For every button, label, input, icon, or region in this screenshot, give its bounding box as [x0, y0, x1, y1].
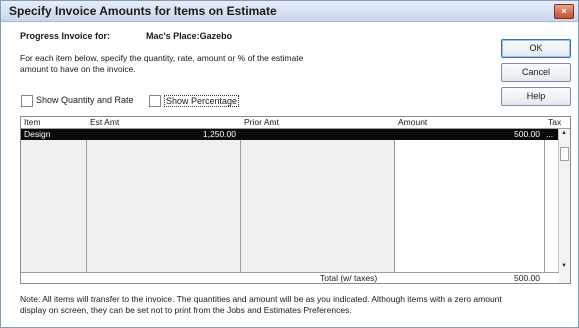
- tax-column: [545, 117, 558, 283]
- cell-tax: ...: [546, 129, 554, 139]
- cancel-button[interactable]: Cancel: [501, 63, 571, 82]
- customer-job-name: Mac's Place:Gazebo: [146, 31, 233, 41]
- ok-button[interactable]: OK: [501, 39, 571, 58]
- table-header: Item Est Amt Prior Amt Amount Tax: [21, 117, 570, 129]
- progress-invoice-label: Progress Invoice for:: [20, 31, 111, 41]
- vertical-scrollbar[interactable]: ▲ ▼: [558, 129, 570, 283]
- total-row: Total (w/ taxes) 500.00: [21, 272, 559, 283]
- title-bar: Specify Invoice Amounts for Items on Est…: [1, 1, 578, 22]
- col-header-item: Item: [24, 117, 41, 127]
- item-column: [21, 117, 87, 283]
- table-row[interactable]: Design 1,250.00 500.00 ...: [21, 129, 559, 140]
- note-line1: Note: All items will transfer to the inv…: [20, 294, 502, 304]
- amount-column: [395, 117, 545, 283]
- help-button[interactable]: Help: [501, 87, 571, 106]
- instructions-line1: For each item below, specify the quantit…: [20, 53, 304, 63]
- show-quantity-rate-label[interactable]: Show Quantity and Rate: [36, 95, 134, 105]
- total-value: 500.00: [514, 273, 540, 283]
- invoice-amounts-dialog: Specify Invoice Amounts for Items on Est…: [0, 0, 579, 328]
- col-header-prior-amt: Prior Amt: [244, 117, 279, 127]
- show-quantity-rate-checkbox[interactable]: [21, 95, 33, 107]
- cell-amount[interactable]: 500.00: [395, 129, 540, 140]
- est-amt-column: [87, 117, 241, 283]
- close-icon: ×: [561, 6, 567, 16]
- col-header-amount: Amount: [398, 117, 428, 127]
- scroll-up-icon[interactable]: ▲: [561, 130, 567, 136]
- note-text: Note: All items will transfer to the inv…: [20, 294, 570, 316]
- cell-item: Design: [24, 129, 51, 139]
- note-line2: display on screen, they can be set not t…: [20, 305, 352, 315]
- cell-prior-amt: [241, 129, 390, 140]
- col-header-tax: Tax: [548, 117, 562, 127]
- cell-est-amt: 1,250.00: [202, 129, 236, 139]
- scroll-down-icon[interactable]: ▼: [561, 263, 567, 269]
- col-header-est-amt: Est Amt: [90, 117, 120, 127]
- window-title: Specify Invoice Amounts for Items on Est…: [9, 4, 277, 18]
- items-table[interactable]: Item Est Amt Prior Amt Amount Tax Design…: [20, 116, 571, 284]
- close-button[interactable]: ×: [554, 4, 574, 19]
- prior-amt-column: [241, 117, 395, 283]
- instructions-line2: amount to have on the invoice.: [20, 64, 136, 74]
- show-percentage-checkbox[interactable]: [149, 95, 161, 107]
- scroll-thumb[interactable]: [560, 147, 569, 161]
- show-percentage-label[interactable]: Show Percentage: [164, 95, 240, 107]
